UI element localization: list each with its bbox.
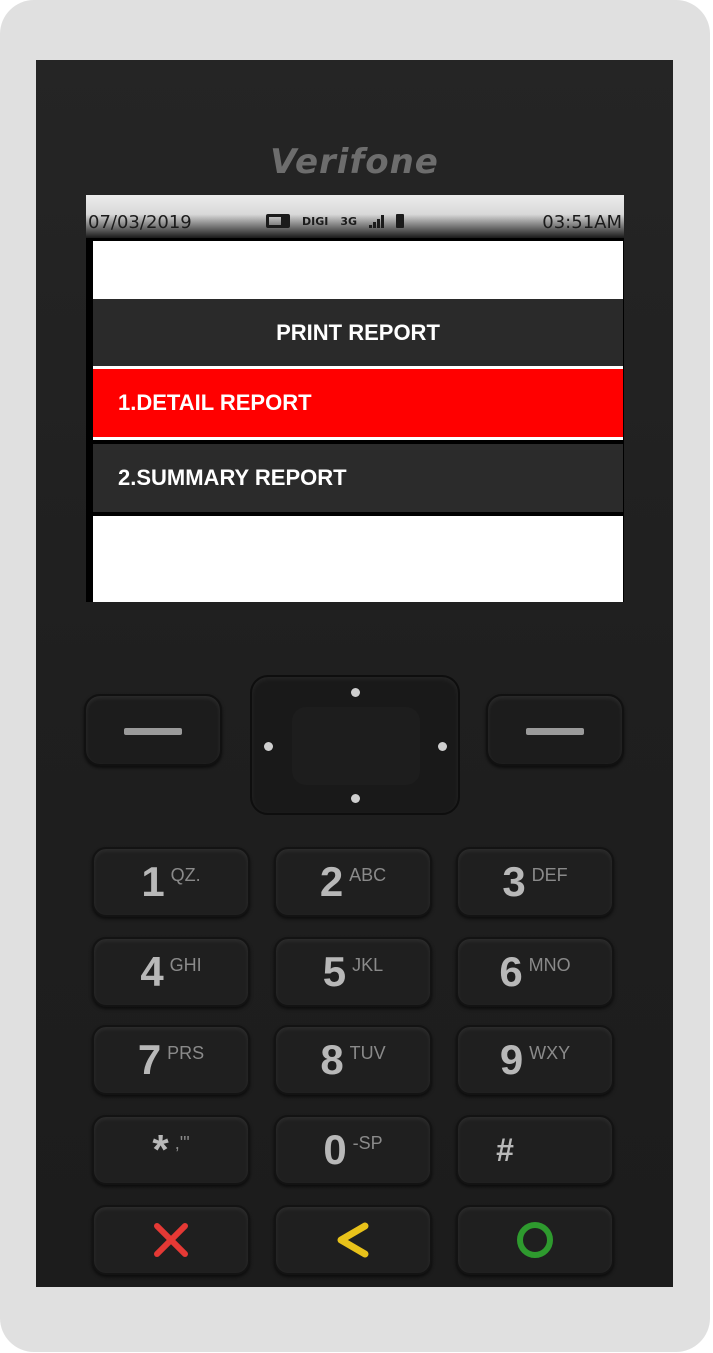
key-digit: 5 (322, 948, 347, 995)
circle-icon (517, 1222, 553, 1258)
right-softkey-button[interactable] (486, 694, 624, 766)
key-4[interactable]: 4 GHI (92, 937, 250, 1007)
navigation-pad[interactable] (250, 675, 460, 815)
key-letters: PRS (167, 1042, 205, 1063)
key-hash[interactable]: # (456, 1115, 614, 1185)
key-digit: 3 (502, 858, 526, 905)
brand-logo: Verifone (270, 142, 439, 182)
key-8[interactable]: 8 TUV (274, 1025, 432, 1095)
divider (93, 437, 623, 440)
key-letters: MNO (528, 954, 571, 975)
key-digit: 7 (137, 1036, 162, 1083)
key-letters: JKL (352, 954, 384, 975)
key-2[interactable]: 2 ABC (274, 847, 432, 917)
back-arrow-icon (337, 1222, 369, 1258)
key-digit: 1 (141, 858, 165, 905)
x-icon (154, 1223, 188, 1257)
payment-terminal: Verifone 07/03/2019 DIGI 3G 03:51AM PRIN… (36, 60, 673, 1287)
key-letters: WXY (529, 1042, 571, 1063)
cancel-button[interactable] (92, 1205, 250, 1275)
battery-icon (396, 214, 405, 228)
status-bar: 07/03/2019 DIGI 3G 03:51AM (86, 195, 624, 238)
screen-title: PRINT REPORT (93, 299, 623, 366)
key-1[interactable]: 1 QZ. (92, 847, 250, 917)
card-icon (266, 214, 290, 228)
screen-blank-area-bottom (93, 516, 623, 602)
terminal-screen: 07/03/2019 DIGI 3G 03:51AM PRINT REPORT … (86, 195, 624, 602)
nav-up-dot-icon[interactable] (351, 688, 360, 697)
status-icons: DIGI 3G (266, 211, 405, 231)
key-letters: DEF (531, 864, 568, 885)
nav-right-dot-icon[interactable] (438, 742, 447, 751)
key-letters: GHI (169, 954, 202, 975)
key-letters: ABC (349, 864, 387, 885)
key-digit: 4 (140, 948, 164, 995)
signal-icon (369, 214, 385, 228)
menu-item-summary-report[interactable]: 2.SUMMARY REPORT (93, 444, 623, 512)
dash-icon (526, 728, 584, 735)
left-softkey-button[interactable] (84, 694, 222, 766)
nav-down-dot-icon[interactable] (351, 794, 360, 803)
status-time: 03:51AM (542, 212, 622, 233)
key-9[interactable]: 9 WXY (456, 1025, 614, 1095)
key-digit: * (152, 1126, 169, 1173)
key-digit: 9 (499, 1036, 524, 1083)
key-star[interactable]: * ,'" (92, 1115, 250, 1185)
key-6[interactable]: 6 MNO (456, 937, 614, 1007)
status-date: 07/03/2019 (88, 212, 192, 233)
enter-button[interactable] (456, 1205, 614, 1275)
key-letters: TUV (349, 1042, 386, 1063)
key-0[interactable]: 0 -SP (274, 1115, 432, 1185)
nav-left-dot-icon[interactable] (264, 742, 273, 751)
key-digit: # (496, 1131, 514, 1168)
menu-item-detail-report[interactable]: 1.DETAIL REPORT (93, 369, 623, 437)
key-digit: 2 (319, 858, 344, 905)
key-3[interactable]: 3 DEF (456, 847, 614, 917)
key-letters: -SP (352, 1132, 383, 1153)
key-digit: 8 (320, 1036, 344, 1083)
key-5[interactable]: 5 JKL (274, 937, 432, 1007)
clear-button[interactable] (274, 1205, 432, 1275)
nav-pad-center (292, 707, 420, 785)
carrier-label: DIGI (302, 214, 329, 228)
key-letters: QZ. (170, 864, 201, 885)
key-7[interactable]: 7 PRS (92, 1025, 250, 1095)
screen-blank-area-top (93, 241, 623, 299)
dash-icon (124, 728, 182, 735)
key-letters: ,'" (174, 1132, 190, 1153)
page-frame: Verifone 07/03/2019 DIGI 3G 03:51AM PRIN… (0, 0, 710, 1352)
key-digit: 6 (499, 948, 523, 995)
key-digit: 0 (323, 1126, 347, 1173)
network-label: 3G (340, 214, 358, 228)
